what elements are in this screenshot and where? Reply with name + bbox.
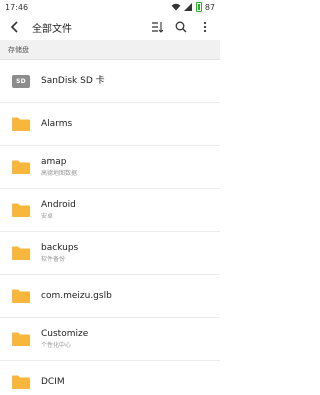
sort-icon xyxy=(151,22,163,33)
clock: 17:46 xyxy=(5,2,29,12)
sd-card-badge: SD xyxy=(16,77,26,85)
search-icon xyxy=(175,21,187,33)
folder-icon xyxy=(12,375,30,389)
sd-card-icon-wrap: SD xyxy=(10,70,32,92)
folder-icon xyxy=(12,203,30,217)
back-button[interactable] xyxy=(6,18,24,36)
folder-icon-wrap xyxy=(10,242,32,264)
folder-name: DCIM xyxy=(41,377,65,387)
folder-name: com.meizu.gslb xyxy=(41,291,112,301)
row-text: com.meizu.gslb xyxy=(41,290,112,302)
sd-card-icon: SD xyxy=(12,74,30,88)
page-title: 全部文件 xyxy=(32,23,72,35)
folder-row[interactable]: DCIM xyxy=(0,361,220,395)
folder-row[interactable]: Android 安卓 xyxy=(0,189,220,232)
folder-name: backups xyxy=(41,243,79,253)
wifi-icon xyxy=(171,3,181,11)
toolbar: 全部文件 xyxy=(0,14,220,40)
item-name: SanDisk SD 卡 xyxy=(41,76,105,86)
folder-name: Android xyxy=(41,200,76,210)
battery-level: 87 xyxy=(204,2,215,12)
folder-icon-wrap xyxy=(10,113,32,135)
folder-description: 个性化中心 xyxy=(41,342,72,349)
row-text: Customize 个性化中心 xyxy=(41,328,88,350)
status-icons: 87 xyxy=(171,2,215,12)
folder-description: 高德地图数据 xyxy=(41,170,78,177)
sd-card-row[interactable]: SD SanDisk SD 卡 xyxy=(0,60,220,103)
folder-icon-wrap xyxy=(10,285,32,307)
more-button[interactable] xyxy=(196,18,214,36)
folder-icon xyxy=(12,117,30,131)
breadcrumb[interactable]: 存储盘 xyxy=(0,40,220,60)
folder-icon-wrap xyxy=(10,199,32,221)
search-button[interactable] xyxy=(172,18,190,36)
folder-row[interactable]: Alarms xyxy=(0,103,220,146)
folder-icon xyxy=(12,289,30,303)
folder-name: amap xyxy=(41,157,67,167)
breadcrumb-label: 存储盘 xyxy=(8,45,29,54)
folder-icon-wrap xyxy=(10,371,32,393)
row-text: DCIM xyxy=(41,376,65,388)
row-text: SanDisk SD 卡 xyxy=(41,75,105,87)
folder-name: Alarms xyxy=(41,119,73,129)
sort-button[interactable] xyxy=(148,18,166,36)
row-text: Alarms xyxy=(41,118,72,130)
folder-row[interactable]: backups 软件备份 xyxy=(0,232,220,275)
folder-icon xyxy=(12,160,30,174)
row-text: Android 安卓 xyxy=(41,199,76,221)
row-text: amap 高德地图数据 xyxy=(41,156,77,178)
folder-icon-wrap xyxy=(10,156,32,178)
folder-icon-wrap xyxy=(10,328,32,350)
row-text: backups 软件备份 xyxy=(41,242,78,264)
folder-name: Customize xyxy=(41,329,89,339)
signal-icon xyxy=(183,3,192,11)
folder-description: 安卓 xyxy=(41,213,54,220)
folder-icon xyxy=(12,246,30,260)
folder-row[interactable]: Customize 个性化中心 xyxy=(0,318,220,361)
folder-description: 软件备份 xyxy=(41,256,66,263)
folder-row[interactable]: amap 高德地图数据 xyxy=(0,146,220,189)
file-list: SD SanDisk SD 卡 Alarms amap 高德地图数据 Android 安… xyxy=(0,60,220,395)
status-bar: 17:46 87 xyxy=(0,0,220,14)
more-icon xyxy=(203,21,207,33)
folder-row[interactable]: com.meizu.gslb xyxy=(0,275,220,318)
chevron-left-icon xyxy=(10,21,18,33)
folder-icon xyxy=(12,332,30,346)
battery-icon xyxy=(195,2,202,12)
